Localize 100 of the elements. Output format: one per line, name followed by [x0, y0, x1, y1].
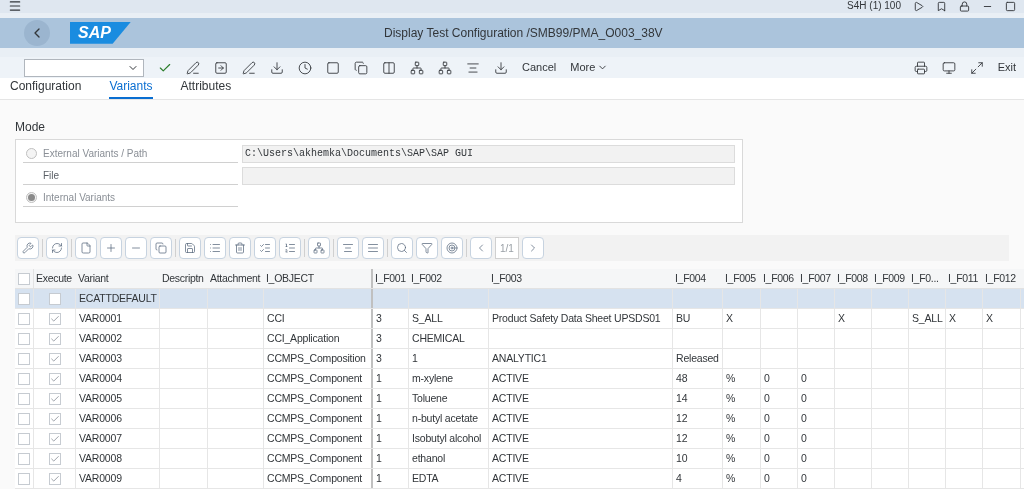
checkbox[interactable]	[48, 292, 61, 305]
table-cell-text: VAR0008	[79, 450, 122, 466]
column-header[interactable]: I_F005	[725, 270, 756, 287]
column-header[interactable]: I_F006	[763, 270, 794, 287]
clock-icon[interactable]	[298, 60, 312, 75]
table-row[interactable]: VAR0002 CCI_Application 3 CHEMICAL	[15, 329, 1024, 349]
filter-icon[interactable]	[416, 237, 438, 259]
align-icon[interactable]	[466, 60, 480, 75]
table-row[interactable]: VAR0005 CCMPS_Component 1 Toluene ACTIVE 14 % 0 0	[15, 389, 1024, 409]
checkbox[interactable]	[48, 332, 61, 345]
tree-icon[interactable]	[438, 60, 452, 75]
copy-icon[interactable]	[354, 60, 368, 75]
edit-icon[interactable]	[186, 60, 200, 75]
checkbox[interactable]	[18, 392, 30, 405]
column-header[interactable]: I_F003	[491, 270, 522, 287]
column-header[interactable]: I_F0...	[911, 270, 939, 287]
command-field[interactable]	[24, 58, 144, 77]
table-row[interactable]: VAR0004 CCMPS_Component 1 m-xylene ACTIVE 48 % 0 0	[15, 369, 1024, 389]
radio-button[interactable]	[26, 147, 37, 159]
column-header[interactable]: I_F009	[874, 270, 905, 287]
download-icon[interactable]	[270, 60, 284, 75]
cancel-button[interactable]: Cancel	[522, 59, 557, 76]
table-cell-text: 10	[676, 450, 688, 466]
checkbox[interactable]	[18, 412, 30, 425]
columns-icon[interactable]	[382, 60, 396, 75]
document-icon[interactable]	[75, 237, 97, 259]
refresh-icon[interactable]	[46, 237, 68, 259]
column-header[interactable]: Descriptn	[162, 270, 204, 287]
checkbox[interactable]	[48, 352, 61, 365]
print-icon[interactable]	[913, 60, 928, 75]
search-icon[interactable]	[391, 237, 413, 259]
expand-icon[interactable]	[969, 60, 984, 75]
more-button[interactable]: More	[570, 59, 609, 76]
table-row[interactable]: VAR0007 CCMPS_Component 1 Isobutyl alcohol ACTIVE 12 % 0 0	[15, 429, 1024, 449]
column-header[interactable]: I_F002	[411, 270, 442, 287]
tab[interactable]: Configuration	[10, 77, 82, 99]
checkbox[interactable]	[48, 452, 61, 465]
file-field[interactable]	[242, 166, 735, 185]
target-icon[interactable]	[441, 237, 463, 259]
add-icon[interactable]	[100, 237, 122, 259]
maximize-icon[interactable]	[1005, 0, 1016, 12]
column-header[interactable]: I_F004	[675, 270, 706, 287]
path-field[interactable]: C:\Users\akhemka\Documents\SAP\SAP GUI	[242, 144, 735, 163]
column-header[interactable]: I_F012	[985, 270, 1016, 287]
previous-page-icon[interactable]	[470, 237, 492, 259]
checkbox[interactable]	[48, 312, 61, 325]
checkbox[interactable]	[18, 332, 30, 345]
checkbox[interactable]	[18, 352, 30, 365]
back-button[interactable]	[24, 19, 50, 46]
remove-icon[interactable]	[125, 237, 147, 259]
table-cell-text: ACTIVE	[492, 410, 529, 426]
export-icon[interactable]	[214, 60, 228, 75]
sort-descending-icon[interactable]	[362, 237, 384, 259]
checkbox[interactable]	[18, 432, 30, 445]
checkbox[interactable]	[18, 272, 30, 285]
wrench-icon[interactable]	[17, 237, 39, 259]
ordered-list-icon[interactable]	[279, 237, 301, 259]
column-header[interactable]: I_F011	[948, 270, 979, 287]
bookmark-icon[interactable]	[936, 0, 947, 12]
menu-icon[interactable]	[8, 0, 22, 13]
checkbox[interactable]	[18, 472, 30, 485]
table-cell-text: CCI	[267, 310, 285, 326]
square-icon[interactable]	[326, 60, 340, 75]
checkbox[interactable]	[48, 392, 61, 405]
hierarchy-icon[interactable]	[410, 60, 424, 75]
table-row[interactable]: VAR0008 CCMPS_Component 1 ethanol ACTIVE 10 % 0 0	[15, 449, 1024, 469]
save-icon[interactable]	[179, 237, 201, 259]
table-row[interactable]: ECATTDEFAULT	[15, 289, 1024, 309]
checkbox[interactable]	[48, 432, 61, 445]
column-header[interactable]: I_OBJECT	[266, 270, 314, 287]
exit-button[interactable]: Exit	[997, 59, 1016, 76]
checkbox[interactable]	[18, 372, 30, 385]
list-icon[interactable]	[204, 237, 226, 259]
tray-icon[interactable]	[494, 60, 508, 75]
table-row[interactable]: VAR0006 CCMPS_Component 1 n-butyl acetate ACTIVE 12 % 0 0	[15, 409, 1024, 429]
pen-icon[interactable]	[242, 60, 256, 75]
column-header[interactable]: I_F008	[837, 270, 868, 287]
next-page-icon[interactable]	[521, 237, 544, 259]
column-header[interactable]: I_F001	[375, 270, 406, 287]
column-header[interactable]: Execute	[36, 270, 72, 287]
column-header[interactable]: I_F007	[800, 270, 831, 287]
lock-icon[interactable]	[959, 0, 970, 12]
tab[interactable]: Attributes	[180, 77, 232, 99]
table-row[interactable]: VAR0009 CCMPS_Component 1 EDTA ACTIVE 4 % 0 0	[15, 469, 1024, 489]
checkbox[interactable]	[18, 452, 30, 465]
table-row[interactable]: VAR0001 CCI 3 S_ALL Product Safety Data Sheet UPSDS01 BU X X S_ALL X X	[15, 309, 1024, 329]
checkbox[interactable]	[48, 372, 61, 385]
checkbox[interactable]	[18, 312, 30, 325]
table-row[interactable]: VAR0003 CCMPS_Composition 3 1 ANALYTIC1 Released	[15, 349, 1024, 369]
column-header[interactable]: Variant	[78, 270, 109, 287]
play-icon[interactable]	[913, 0, 924, 12]
window-icon[interactable]	[941, 60, 956, 75]
column-header[interactable]: Attachment	[210, 270, 261, 287]
checkbox[interactable]	[48, 412, 61, 425]
checkbox[interactable]	[48, 472, 61, 485]
sort-ascending-icon[interactable]	[337, 237, 359, 259]
radio-button[interactable]	[26, 191, 37, 203]
checkbox[interactable]	[18, 292, 30, 305]
checklist-icon[interactable]	[254, 237, 276, 259]
delete-icon[interactable]	[229, 237, 251, 259]
